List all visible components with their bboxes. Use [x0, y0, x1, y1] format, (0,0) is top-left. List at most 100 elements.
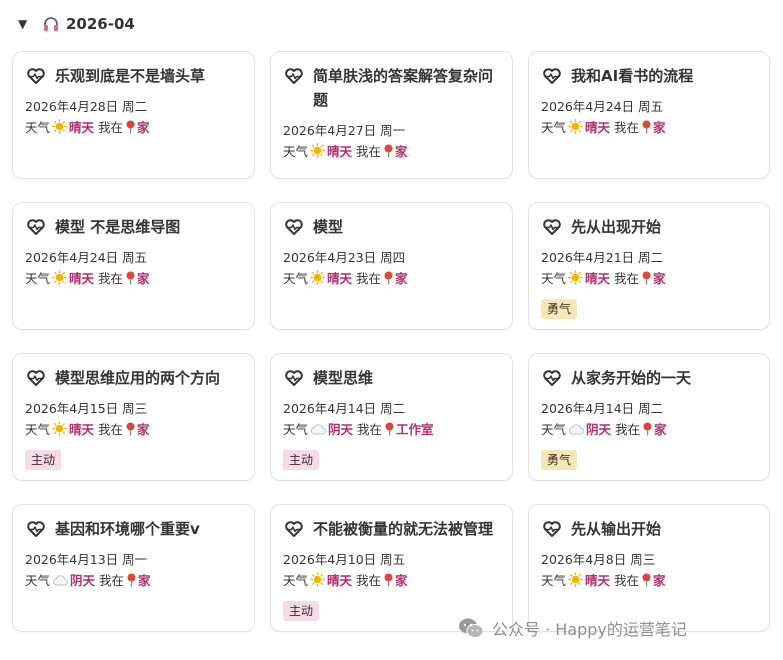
- card-weather-location: 天气 阴天 我在 工作室: [283, 419, 500, 440]
- sun-icon: [568, 572, 583, 587]
- pin-icon: [384, 573, 393, 587]
- card-date: 2026年4月14日 周二: [541, 401, 664, 416]
- note-card[interactable]: 模型思维 2026年4月14日 周二 天气 阴天 我在 工作室 主动: [270, 353, 513, 481]
- card-title[interactable]: 乐观到底是不是墙头草: [25, 64, 242, 88]
- sun-icon: [310, 572, 325, 587]
- note-card[interactable]: 模型 2026年4月23日 周四 天气 晴天 我在家: [270, 202, 513, 330]
- card-date: 2026年4月21日 周二: [541, 250, 664, 265]
- location-label: 我在: [356, 271, 382, 286]
- pin-icon: [126, 422, 135, 436]
- note-card[interactable]: 模型 不是思维导图 2026年4月24日 周五 天气 晴天 我在家: [12, 202, 255, 330]
- heart-pulse-icon: [27, 521, 45, 537]
- headphones-icon: [44, 17, 58, 31]
- card-title-text: 模型: [313, 218, 344, 236]
- card-title[interactable]: 先从出现开始: [541, 215, 757, 239]
- card-title-text: 先从出现开始: [571, 218, 662, 236]
- toggle-arrow-icon[interactable]: ▼: [18, 17, 36, 31]
- card-weather-location: 天气 阴天 我在家: [25, 570, 242, 591]
- heart-pulse-icon: [285, 219, 303, 235]
- location-value: 家: [395, 271, 408, 286]
- pin-icon: [384, 271, 393, 285]
- heart-pulse-icon: [285, 521, 303, 537]
- weather-label: 天气: [25, 120, 51, 135]
- weather-label: 天气: [25, 271, 51, 286]
- card-title[interactable]: 模型思维应用的两个方向: [25, 366, 242, 390]
- sun-icon: [568, 270, 583, 285]
- pin-icon: [126, 271, 135, 285]
- tag-badge: 勇气: [541, 299, 578, 319]
- weather-value: 晴天: [69, 422, 95, 437]
- card-title[interactable]: 基因和环境哪个重要v: [25, 517, 242, 541]
- weather-label: 天气: [541, 422, 567, 437]
- tag-badge: 主动: [25, 450, 62, 470]
- sun-icon: [568, 119, 583, 134]
- card-title-text: 基因和环境哪个重要v: [55, 520, 200, 538]
- weather-label: 天气: [25, 422, 51, 437]
- card-weather-location: 天气 晴天 我在家: [25, 268, 242, 289]
- sun-icon: [310, 143, 325, 158]
- note-card[interactable]: 不能被衡量的就无法被管理 2026年4月10日 周五 天气 晴天 我在家 主动: [270, 504, 513, 632]
- card-title[interactable]: 不能被衡量的就无法被管理: [283, 517, 500, 541]
- card-gallery: 乐观到底是不是墙头草 2026年4月28日 周二 天气 晴天 我在家 简单肤浅的答…: [12, 51, 770, 632]
- weather-value: 阴天: [328, 422, 354, 437]
- card-title[interactable]: 模型: [283, 215, 500, 239]
- weather-value: 晴天: [585, 271, 611, 286]
- note-card[interactable]: 简单肤浅的答案解答复杂问题 2026年4月27日 周一 天气 晴天 我在家: [270, 51, 513, 179]
- heart-pulse-icon: [543, 68, 561, 84]
- cloud-icon: [569, 424, 584, 435]
- card-title-text: 模型 不是思维导图: [55, 218, 181, 236]
- note-card[interactable]: 基因和环境哪个重要v 2026年4月13日 周一 天气 阴天 我在家: [12, 504, 255, 632]
- location-value: 家: [138, 573, 151, 588]
- card-title-text: 模型思维应用的两个方向: [55, 369, 221, 387]
- note-card[interactable]: 从家务开始的一天 2026年4月14日 周二 天气 阴天 我在家 勇气: [528, 353, 770, 481]
- location-value: 家: [395, 144, 408, 159]
- watermark: 公众号 · Happy的运营笔记: [458, 616, 687, 640]
- location-label: 我在: [98, 422, 124, 437]
- weather-label: 天气: [25, 573, 51, 588]
- card-weather-location: 天气 晴天 我在家: [541, 268, 757, 289]
- weather-label: 天气: [283, 422, 309, 437]
- card-date: 2026年4月14日 周二: [283, 401, 406, 416]
- card-title-text: 我和AI看书的流程: [571, 67, 694, 85]
- card-date: 2026年4月23日 周四: [283, 250, 406, 265]
- card-date: 2026年4月27日 周一: [283, 123, 406, 138]
- heart-pulse-icon: [27, 68, 45, 84]
- card-date: 2026年4月15日 周三: [25, 401, 148, 416]
- card-date: 2026年4月24日 周五: [25, 250, 148, 265]
- card-weather-location: 天气 晴天 我在家: [25, 419, 242, 440]
- weather-value: 阴天: [70, 573, 96, 588]
- location-label: 我在: [614, 120, 640, 135]
- note-card[interactable]: 我和AI看书的流程 2026年4月24日 周五 天气 晴天 我在家: [528, 51, 770, 179]
- location-value: 家: [137, 422, 150, 437]
- note-card[interactable]: 模型思维应用的两个方向 2026年4月15日 周三 天气 晴天 我在家 主动: [12, 353, 255, 481]
- weather-value: 晴天: [327, 271, 353, 286]
- card-weather-location: 天气 阴天 我在家: [541, 419, 757, 440]
- wechat-icon: [459, 618, 484, 638]
- note-card[interactable]: 先从出现开始 2026年4月21日 周二 天气 晴天 我在家 勇气: [528, 202, 770, 330]
- weather-value: 晴天: [327, 144, 353, 159]
- weather-label: 天气: [541, 271, 567, 286]
- card-title-text: 先从输出开始: [571, 520, 662, 538]
- location-value: 家: [137, 271, 150, 286]
- note-card[interactable]: 先从输出开始 2026年4月8日 周三 天气 晴天 我在家: [528, 504, 770, 632]
- card-title[interactable]: 简单肤浅的答案解答复杂问题: [283, 64, 500, 112]
- card-weather-location: 天气 晴天 我在家: [283, 570, 500, 591]
- card-title[interactable]: 我和AI看书的流程: [541, 64, 757, 88]
- card-title-text: 从家务开始的一天: [571, 369, 692, 387]
- card-title[interactable]: 模型 不是思维导图: [25, 215, 242, 239]
- card-title[interactable]: 从家务开始的一天: [541, 366, 757, 390]
- card-weather-location: 天气 晴天 我在家: [541, 117, 757, 138]
- group-header[interactable]: ▼ 2026-04: [18, 12, 135, 36]
- pin-icon: [126, 120, 135, 134]
- pin-icon: [384, 144, 393, 158]
- pin-icon: [643, 422, 652, 436]
- heart-pulse-icon: [27, 219, 45, 235]
- note-card[interactable]: 乐观到底是不是墙头草 2026年4月28日 周二 天气 晴天 我在家: [12, 51, 255, 179]
- location-value: 家: [654, 422, 667, 437]
- card-title[interactable]: 先从输出开始: [541, 517, 757, 541]
- weather-label: 天气: [541, 573, 567, 588]
- cloud-icon: [311, 424, 326, 435]
- card-title[interactable]: 模型思维: [283, 366, 500, 390]
- location-value: 家: [653, 271, 666, 286]
- pin-icon: [127, 573, 136, 587]
